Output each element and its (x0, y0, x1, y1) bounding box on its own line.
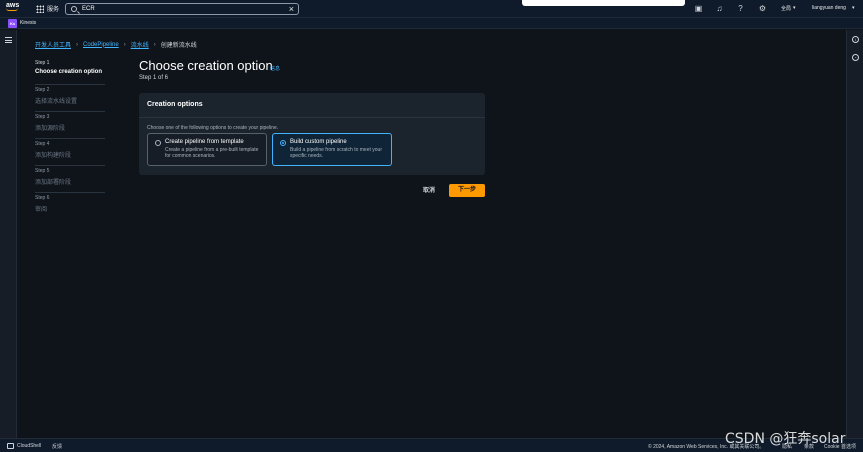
option-description: Build a pipeline from scratch to meet yo… (290, 147, 382, 159)
chevron-down-icon: ▾ (852, 5, 855, 11)
step-title: 审阅 (35, 207, 48, 213)
region-selector[interactable]: 全局 (781, 5, 791, 12)
favorites-bar: Ks Kinesis (0, 18, 863, 29)
option-template[interactable]: Create pipeline from template Create a p… (147, 133, 267, 166)
breadcrumb-developer-tools[interactable]: 开发人员工具 (35, 40, 71, 49)
info-icon[interactable]: i (852, 36, 859, 43)
step-number: Step 4 (35, 141, 50, 147)
step-number: Step 6 (35, 195, 50, 201)
radio-button[interactable] (155, 140, 161, 146)
gear-icon[interactable]: ⚙ (758, 4, 767, 13)
step-4: Step 4 添加构建阶段 (35, 139, 105, 166)
chevron-down-icon: ▾ (793, 5, 796, 11)
step-1[interactable]: Step 1 Choose creation option (35, 58, 105, 85)
panel-title: Creation options (139, 93, 485, 118)
watermark: CSDN @狂奔solar (725, 431, 846, 447)
option-title: Create pipeline from template (165, 139, 244, 145)
feedback-link[interactable]: 反馈 (52, 443, 62, 450)
step-title: 添加部署阶段 (35, 180, 72, 186)
step-5: Step 5 添加部署阶段 (35, 166, 105, 193)
breadcrumb: 开发人员工具 › CodePipeline › 流水线 › 创建新流水线 (35, 40, 197, 50)
breadcrumb-pipelines[interactable]: 流水线 (131, 40, 149, 49)
step-counter: Step 1 of 6 (139, 75, 169, 81)
panel-description: Choose one of the following options to c… (147, 125, 279, 131)
step-2: Step 2 选择流水线设置 (35, 85, 105, 112)
close-icon[interactable]: × (289, 4, 294, 14)
left-sidebar-collapsed (0, 30, 17, 438)
services-grid-icon[interactable] (36, 5, 44, 13)
chevron-right-icon: › (123, 41, 126, 48)
terminal-icon[interactable]: ▣ (694, 4, 703, 13)
overlay-panel (522, 0, 685, 6)
creation-options-panel: Creation options Choose one of the follo… (139, 93, 485, 175)
option-custom[interactable]: Build custom pipeline Build a pipeline f… (272, 133, 392, 166)
radio-button-selected[interactable] (280, 140, 286, 146)
step-title: 添加构建阶段 (35, 153, 72, 159)
option-title: Build custom pipeline (290, 139, 347, 145)
menu-icon[interactable] (5, 37, 12, 43)
favorite-kinesis[interactable]: Kinesis (20, 20, 36, 26)
breadcrumb-codepipeline[interactable]: CodePipeline (83, 42, 119, 48)
step-title: Choose creation option (35, 69, 103, 75)
chevron-right-icon: › (76, 41, 79, 48)
step-number: Step 2 (35, 87, 50, 93)
account-menu[interactable]: liangyuan deng (812, 5, 846, 11)
history-icon[interactable]: ◔ (852, 54, 859, 61)
top-navigation: aws 服务 ECR × ▣ ♫ ? ⚙ 全局 ▾ liangyuan deng… (0, 0, 863, 18)
option-description: Create a pipeline from a pre-built templ… (165, 147, 259, 159)
aws-logo[interactable]: aws (6, 2, 22, 16)
search-icon (71, 6, 77, 12)
page-title: Choose creation option (139, 58, 273, 73)
step-title: 添加源阶段 (35, 126, 66, 132)
chevron-right-icon: › (153, 41, 156, 48)
search-input[interactable]: ECR × (65, 3, 299, 15)
next-button[interactable]: 下一步 (449, 184, 485, 197)
cancel-button[interactable]: 取消 (416, 185, 442, 197)
cloudshell-link[interactable]: CloudShell (17, 443, 41, 449)
cloudshell-icon[interactable] (7, 443, 14, 449)
step-title: 选择流水线设置 (35, 99, 78, 105)
info-link[interactable]: 信息 (270, 65, 280, 72)
step-number: Step 1 (35, 60, 50, 66)
step-number: Step 3 (35, 114, 50, 120)
right-sidebar-collapsed: i ◔ (846, 30, 863, 438)
step-number: Step 5 (35, 168, 50, 174)
services-menu[interactable]: 服务 (47, 4, 59, 13)
search-value: ECR (82, 6, 95, 12)
step-6: Step 6 审阅 (35, 193, 105, 220)
help-icon[interactable]: ? (736, 4, 745, 13)
bell-icon[interactable]: ♫ (715, 4, 724, 13)
wizard-steps: Step 1 Choose creation option Step 2 选择流… (35, 58, 105, 220)
breadcrumb-current: 创建新流水线 (160, 43, 197, 49)
step-3: Step 3 添加源阶段 (35, 112, 105, 139)
kinesis-icon[interactable]: Ks (8, 19, 17, 28)
